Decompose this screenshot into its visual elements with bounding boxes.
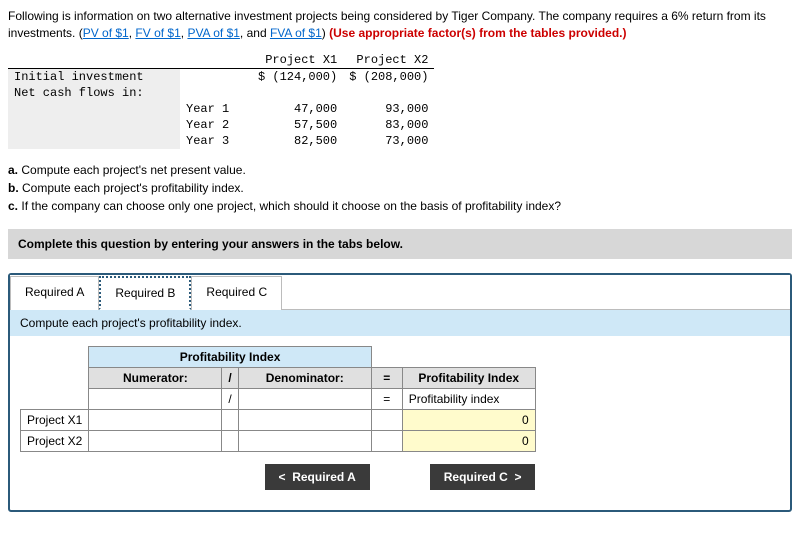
investment-data-table: Project X1 Project X2 Initial investment… [8, 52, 434, 149]
equals-header: = [371, 367, 402, 388]
denominator-label-input[interactable] [238, 388, 371, 409]
table-row: Year 2 57,500 83,000 [8, 117, 434, 133]
table-row: Year 3 82,500 73,000 [8, 133, 434, 149]
tabs-container: Required A Required B Required C Compute… [8, 273, 792, 512]
x1-result: 0 [402, 409, 535, 430]
question-list: a. Compute each project's net present va… [8, 161, 792, 215]
slash-header: / [222, 367, 238, 388]
x2-denominator-input[interactable] [238, 430, 371, 451]
intro-text: Following is information on two alternat… [8, 8, 792, 42]
denominator-header: Denominator: [238, 367, 371, 388]
link-fv[interactable]: FV of $1 [135, 26, 180, 40]
x2-numerator-input[interactable] [89, 430, 222, 451]
link-pva[interactable]: PVA of $1 [187, 26, 239, 40]
prev-button[interactable]: < Required A [265, 464, 370, 490]
x2-result: 0 [402, 430, 535, 451]
x1-numerator-input[interactable] [89, 409, 222, 430]
result-header: Profitability Index [402, 367, 535, 388]
profitability-index-table: Profitability Index Numerator: / Denomin… [20, 346, 536, 452]
numerator-header: Numerator: [89, 367, 222, 388]
next-button[interactable]: Required C > [430, 464, 536, 490]
table-row: Net cash flows in: [8, 85, 434, 101]
intro-red: (Use appropriate factor(s) from the tabl… [329, 26, 626, 40]
tab-required-c[interactable]: Required C [191, 276, 282, 310]
row-project-x2: Project X2 [21, 430, 89, 451]
numerator-label-input[interactable] [89, 388, 222, 409]
result-label: Profitability index [402, 388, 535, 409]
row-project-x1: Project X1 [21, 409, 89, 430]
link-pv[interactable]: PV of $1 [83, 26, 129, 40]
tab-instruction: Compute each project's profitability ind… [10, 310, 790, 336]
chevron-left-icon: < [279, 470, 286, 484]
tab-required-a[interactable]: Required A [10, 276, 99, 310]
chevron-right-icon: > [514, 470, 521, 484]
x1-denominator-input[interactable] [238, 409, 371, 430]
instruction-bar: Complete this question by entering your … [8, 229, 792, 259]
pi-top-header: Profitability Index [89, 346, 371, 367]
table-row: Initial investment $ (124,000) $ (208,00… [8, 68, 434, 85]
tab-required-b[interactable]: Required B [99, 276, 191, 310]
link-fva[interactable]: FVA of $1 [270, 26, 322, 40]
table-row: Year 1 47,000 93,000 [8, 101, 434, 117]
